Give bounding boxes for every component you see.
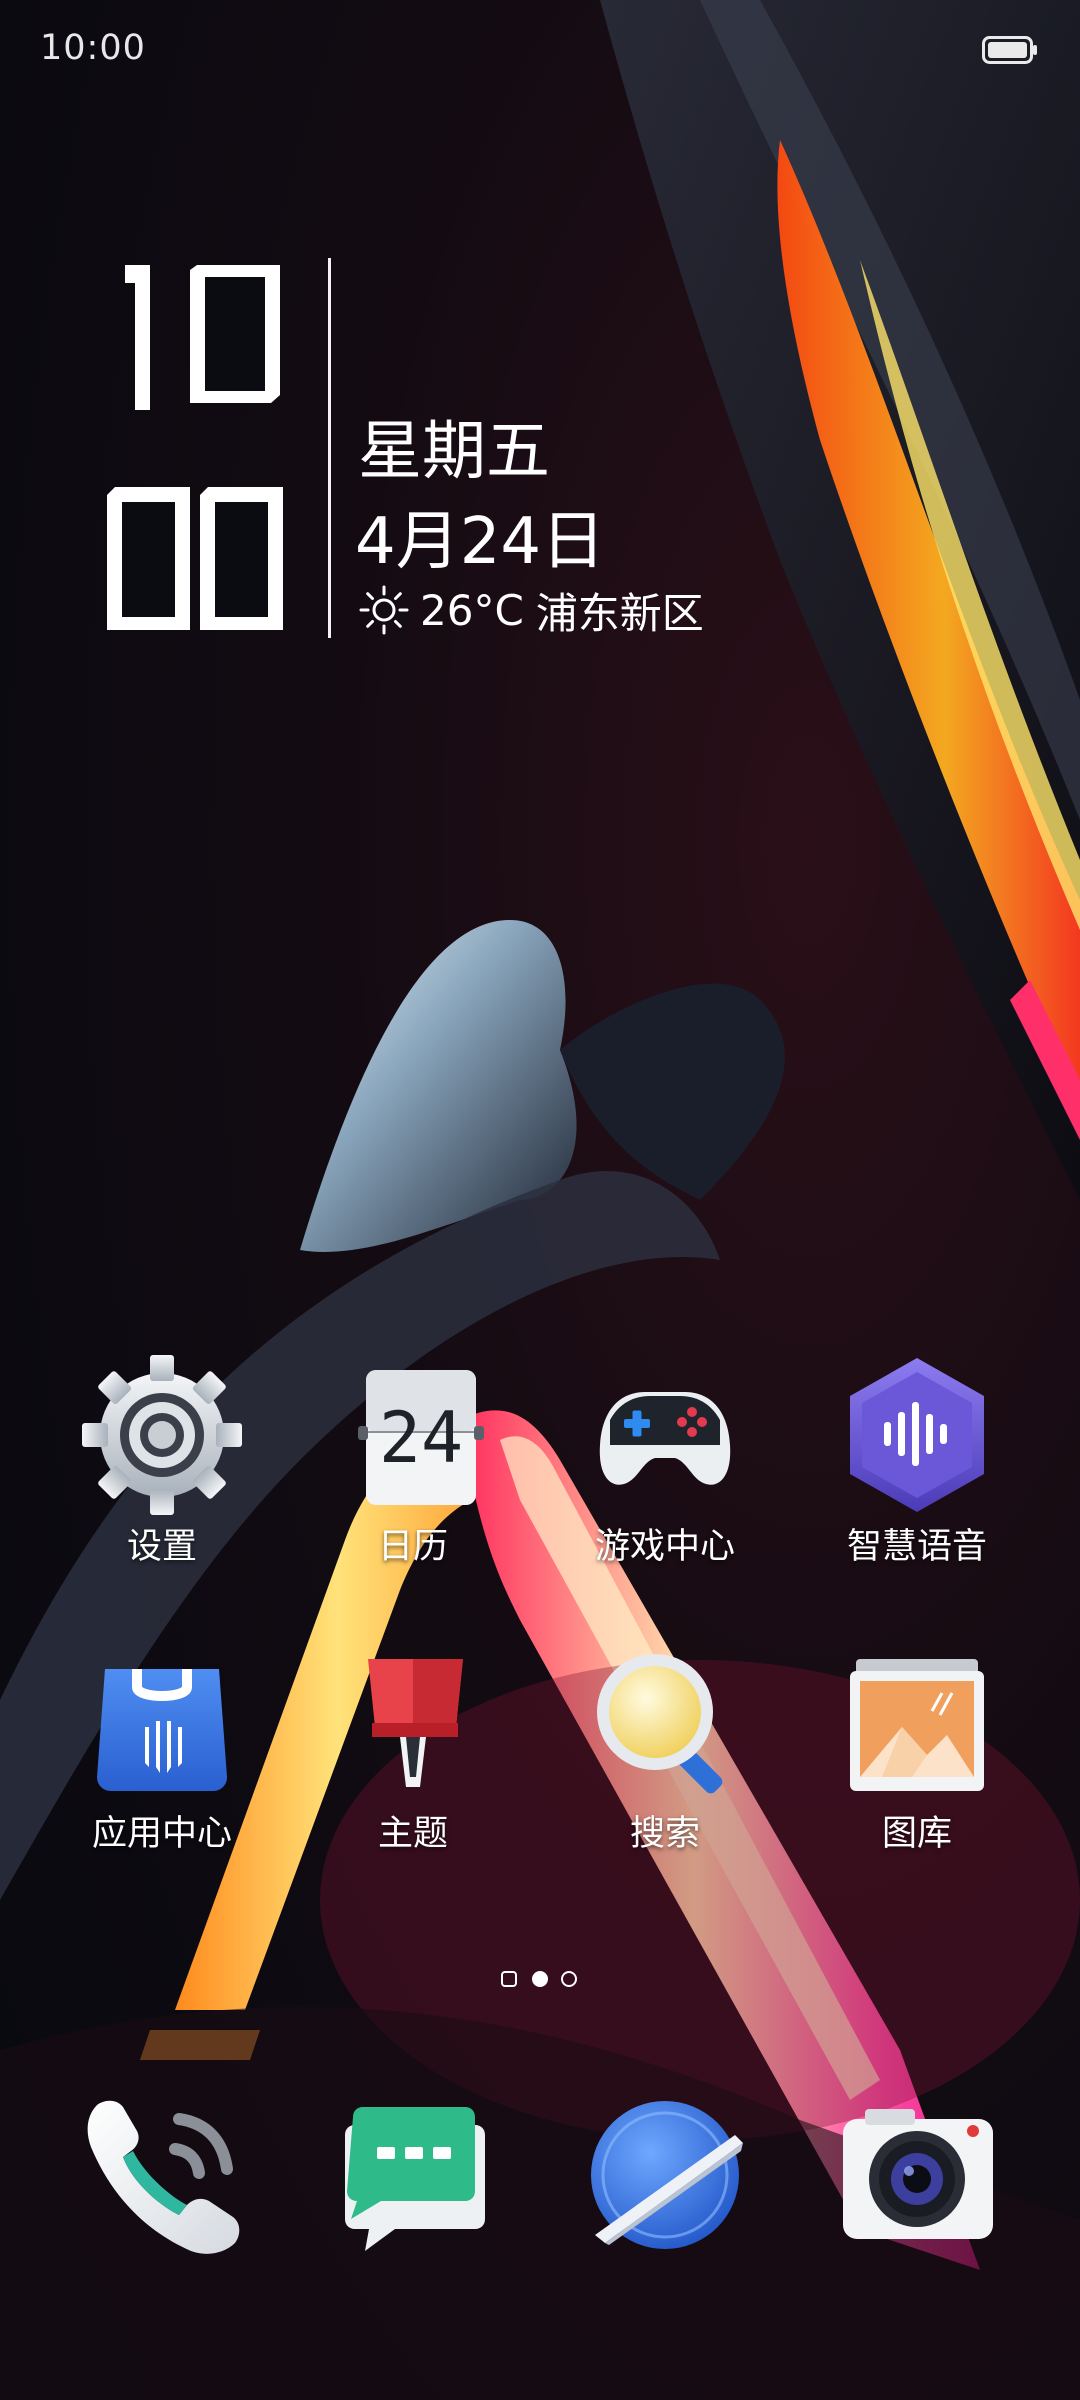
page-dot-active[interactable] bbox=[532, 1971, 548, 1987]
app-label: 日历 bbox=[377, 1527, 448, 1567]
page-dot[interactable] bbox=[561, 1971, 577, 1987]
clock-hour bbox=[125, 265, 280, 410]
date: 4月24日 bbox=[355, 505, 606, 579]
weather-location: 浦东新区 bbox=[535, 588, 704, 638]
gamepad-icon bbox=[599, 1392, 731, 1485]
calendar-icon-date: 24 bbox=[379, 1397, 463, 1479]
app-label: 图库 bbox=[881, 1814, 952, 1854]
status-time: 10:00 bbox=[40, 28, 146, 68]
clock-minute bbox=[107, 487, 283, 630]
messages-icon[interactable] bbox=[325, 2085, 505, 2265]
battery-icon bbox=[982, 36, 1037, 64]
sun-icon bbox=[359, 585, 409, 635]
app-app-center[interactable]: 应用中心 bbox=[47, 1637, 277, 1856]
clock-divider bbox=[328, 258, 331, 638]
app-label: 主题 bbox=[377, 1814, 448, 1854]
app-label: 应用中心 bbox=[91, 1814, 232, 1854]
app-store-icon bbox=[97, 1669, 227, 1791]
page-dot-home[interactable] bbox=[501, 1971, 517, 1987]
app-label: 智慧语音 bbox=[846, 1527, 987, 1567]
app-gallery[interactable]: 图库 bbox=[802, 1637, 1032, 1856]
app-label: 游戏中心 bbox=[594, 1527, 735, 1567]
browser-icon[interactable] bbox=[575, 2085, 755, 2265]
app-game-center[interactable]: 游戏中心 bbox=[550, 1350, 780, 1569]
weather-temperature: 26°C bbox=[420, 585, 524, 635]
app-voice-assistant[interactable]: 智慧语音 bbox=[802, 1350, 1032, 1569]
settings-gear-icon bbox=[82, 1355, 242, 1515]
app-search[interactable]: 搜索 bbox=[550, 1637, 780, 1856]
page-indicator[interactable] bbox=[498, 1968, 582, 1990]
weekday: 星期五 bbox=[358, 415, 550, 489]
clock-digits bbox=[107, 265, 283, 630]
theme-brush-icon bbox=[368, 1659, 463, 1787]
calendar-icon: 24 bbox=[358, 1370, 484, 1505]
voice-assistant-icon bbox=[850, 1358, 984, 1512]
camera-icon[interactable] bbox=[825, 2085, 1005, 2265]
weather: 26°C 浦东新区 bbox=[358, 580, 704, 640]
gallery-icon bbox=[850, 1659, 984, 1791]
status-bar: 10:00 bbox=[0, 0, 1080, 100]
app-calendar[interactable]: 24 日历 bbox=[298, 1350, 528, 1569]
search-magnifier-icon bbox=[597, 1654, 723, 1794]
app-label: 设置 bbox=[126, 1527, 197, 1567]
phone-icon[interactable] bbox=[75, 2085, 255, 2265]
app-theme[interactable]: 主题 bbox=[298, 1637, 528, 1856]
app-label: 搜索 bbox=[629, 1814, 700, 1854]
app-settings[interactable]: 设置 bbox=[47, 1350, 277, 1569]
